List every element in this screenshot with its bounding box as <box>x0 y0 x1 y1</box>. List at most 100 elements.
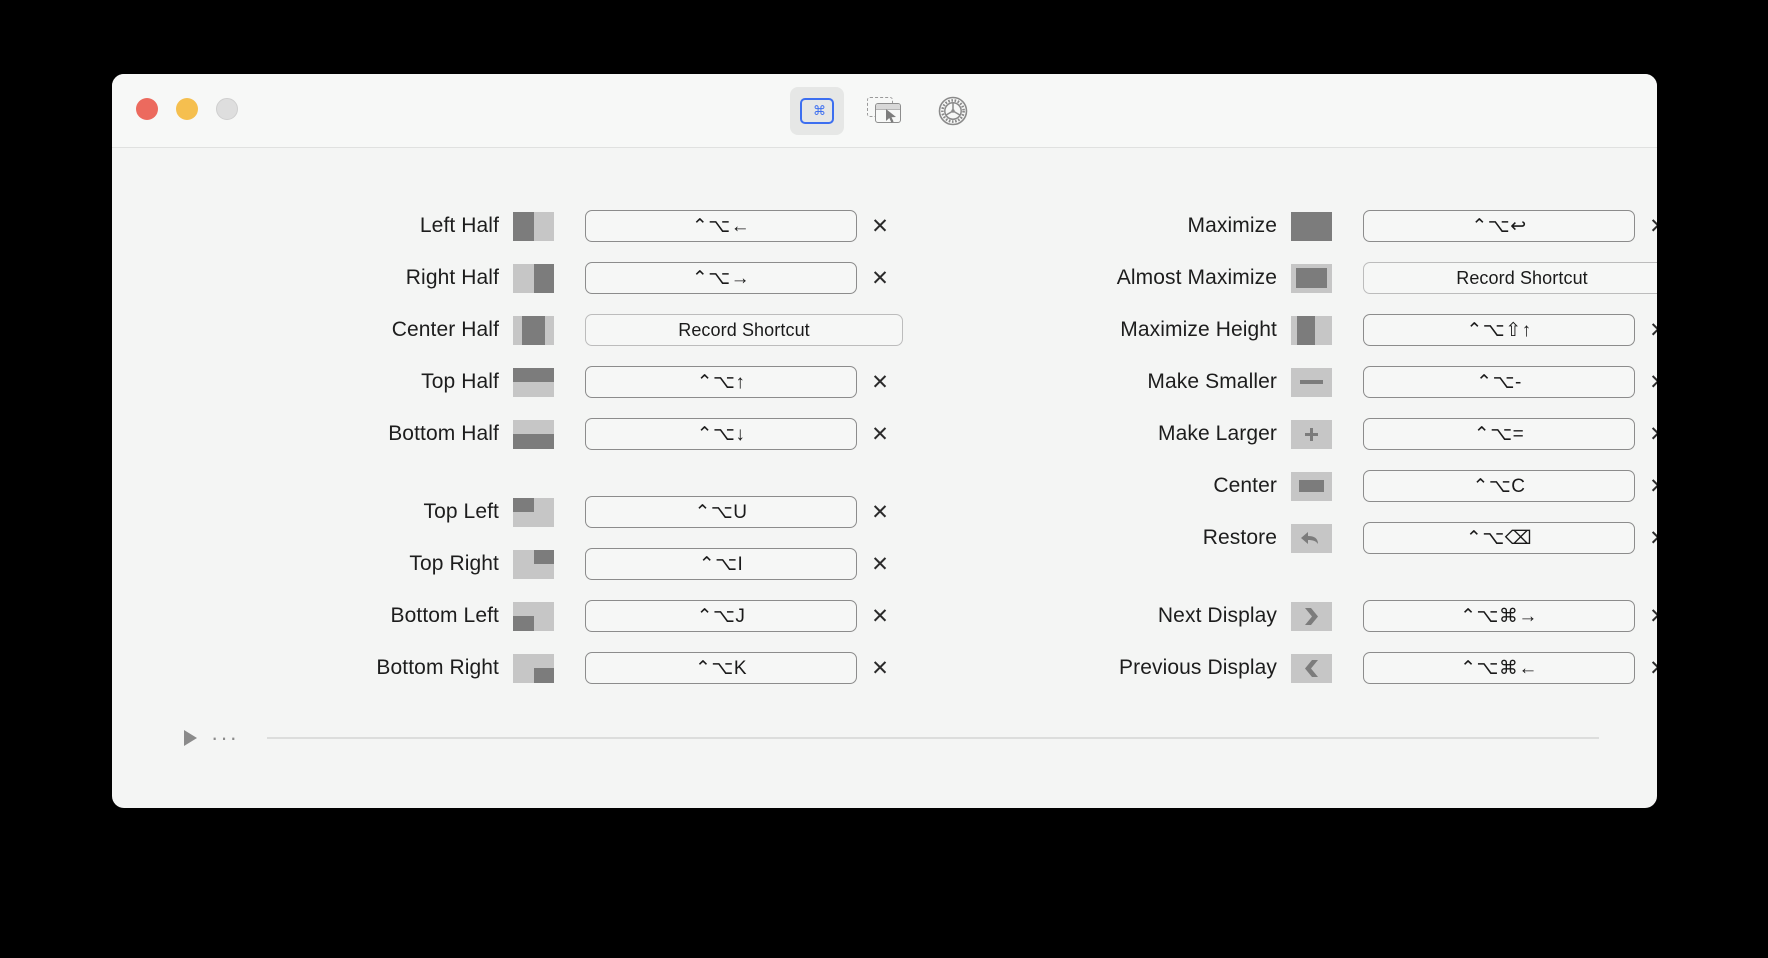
shortcut-button[interactable]: ⌃⌥- <box>1363 366 1635 398</box>
shortcut-row-label: Center <box>1213 474 1277 497</box>
snap-areas-tab[interactable] <box>858 87 912 135</box>
window-make-larger-icon <box>1291 419 1332 449</box>
clear-shortcut-button[interactable]: ✕ <box>1635 600 1657 632</box>
close-button[interactable] <box>136 98 158 120</box>
clear-shortcut-button[interactable]: ✕ <box>1635 418 1657 450</box>
shortcut-row-label: Maximize Height <box>1120 318 1277 341</box>
screen: ⌘ Left Half ⌃⌥← ✕ Right Half ⌃⌥→ ✕ Cente… <box>0 0 1768 958</box>
window-bottom-left-icon <box>513 601 554 631</box>
shortcut-row: Top Right ⌃⌥I ✕ <box>267 538 949 590</box>
shortcuts-pane: Left Half ⌃⌥← ✕ Right Half ⌃⌥→ ✕ Center Half Re… <box>112 148 1657 808</box>
clear-shortcut-button[interactable]: ✕ <box>857 548 903 580</box>
right-shortcut-column: Maximize⌃⌥↩✕Almost MaximizeRecord Shortc… <box>949 200 1657 694</box>
shortcut-row: Restore ⌃⌥⌫✕ <box>1049 512 1657 564</box>
clear-shortcut-button[interactable]: ✕ <box>857 366 903 398</box>
shortcut-row-label: Restore <box>1202 526 1277 549</box>
shortcut-row: Almost MaximizeRecord Shortcut✕ <box>1049 252 1657 304</box>
shortcut-row-label: Bottom Half <box>388 422 499 445</box>
gear-icon <box>938 96 967 126</box>
minimize-button[interactable] <box>176 98 198 120</box>
command-window-icon: ⌘ <box>799 98 834 124</box>
clear-shortcut-button[interactable]: ✕ <box>857 210 903 242</box>
shortcut-row: Center HalfRecord Shortcut✕ <box>267 304 949 356</box>
shortcut-row: Left Half ⌃⌥← ✕ <box>267 200 949 252</box>
shortcut-button[interactable]: ⌃⌥I <box>585 548 857 580</box>
shortcut-row-label: Previous Display <box>1119 656 1277 679</box>
shortcut-button[interactable]: ⌃⌥↑ <box>585 366 857 398</box>
shortcut-row: Bottom Right ⌃⌥K ✕ <box>267 642 949 694</box>
shortcut-row-label: Maximize <box>1187 214 1277 237</box>
window-center-icon <box>1291 471 1332 501</box>
record-shortcut-button[interactable]: Record Shortcut <box>585 314 903 346</box>
shortcut-button[interactable]: ⌃⌥⌘← <box>1363 652 1635 684</box>
shortcut-row: Right Half ⌃⌥→ ✕ <box>267 252 949 304</box>
shortcut-row-label: Bottom Left <box>390 604 499 627</box>
traffic-light-buttons <box>136 98 238 120</box>
shortcut-row: Make Smaller ⌃⌥-✕ <box>1049 356 1657 408</box>
shortcut-row-label: Top Right <box>409 552 499 575</box>
window-bottom-right-icon <box>513 653 554 683</box>
clear-shortcut-button[interactable]: ✕ <box>857 418 903 450</box>
shortcut-row: Next Display ⌃⌥⌘→✕ <box>1049 590 1657 642</box>
shortcut-row-label: Make Smaller <box>1147 370 1277 393</box>
shortcut-button[interactable]: ⌃⌥K <box>585 652 857 684</box>
window-center-half-icon <box>513 315 554 345</box>
footer-ellipsis[interactable]: ··· <box>211 727 239 749</box>
shortcut-button[interactable]: ⌃⌥⌘→ <box>1363 600 1635 632</box>
clear-shortcut-button[interactable]: ✕ <box>857 600 903 632</box>
window-left-half-icon <box>513 211 554 241</box>
clear-shortcut-button[interactable]: ✕ <box>857 262 903 294</box>
window-restore-icon <box>1291 523 1332 553</box>
disclosure-triangle-icon[interactable] <box>184 730 197 746</box>
snap-window-cursor-icon <box>866 97 903 125</box>
clear-shortcut-button[interactable]: ✕ <box>857 496 903 528</box>
shortcut-button[interactable]: ⌃⌥↓ <box>585 418 857 450</box>
shortcut-button[interactable]: ⌃⌥← <box>585 210 857 242</box>
shortcut-button[interactable]: ⌃⌥→ <box>585 262 857 294</box>
footer-bar: ··· <box>112 727 1657 749</box>
settings-tab[interactable] <box>926 87 980 135</box>
window-right-half-icon <box>513 263 554 293</box>
window-bottom-half-icon <box>513 419 554 449</box>
shortcut-row: Center ⌃⌥C✕ <box>1049 460 1657 512</box>
clear-shortcut-button[interactable]: ✕ <box>1635 652 1657 684</box>
shortcut-button[interactable]: ⌃⌥= <box>1363 418 1635 450</box>
shortcut-row: Top Left ⌃⌥U ✕ <box>267 486 949 538</box>
shortcuts-tab[interactable]: ⌘ <box>789 87 844 135</box>
window-top-right-icon <box>513 549 554 579</box>
shortcut-row-label: Center Half <box>391 318 499 341</box>
shortcut-row: Bottom Left ⌃⌥J ✕ <box>267 590 949 642</box>
shortcut-button[interactable]: ⌃⌥C <box>1363 470 1635 502</box>
shortcut-row: Bottom Half ⌃⌥↓ ✕ <box>267 408 949 460</box>
zoom-button[interactable] <box>216 98 238 120</box>
clear-shortcut-button[interactable]: ✕ <box>1635 522 1657 554</box>
shortcut-button[interactable]: ⌃⌥J <box>585 600 857 632</box>
shortcut-button[interactable]: ⌃⌥⇧↑ <box>1363 314 1635 346</box>
shortcut-columns: Left Half ⌃⌥← ✕ Right Half ⌃⌥→ ✕ Center Half Re… <box>112 200 1657 694</box>
clear-shortcut-button[interactable]: ✕ <box>1635 366 1657 398</box>
app-window: ⌘ Left Half ⌃⌥← ✕ Right Half ⌃⌥→ ✕ Cente… <box>112 74 1657 808</box>
shortcut-row-label: Left Half <box>419 214 499 237</box>
shortcut-row: Maximize ⌃⌥↩✕ <box>1049 200 1657 252</box>
shortcut-row: Maximize Height ⌃⌥⇧↑✕ <box>1049 304 1657 356</box>
shortcut-row-label: Right Half <box>405 266 499 289</box>
window-make-smaller-icon <box>1291 367 1332 397</box>
shortcut-row-label: Next Display <box>1157 604 1277 627</box>
shortcut-button[interactable]: ⌃⌥⌫ <box>1363 522 1635 554</box>
clear-shortcut-button[interactable]: ✕ <box>1635 314 1657 346</box>
shortcut-button[interactable]: ⌃⌥↩ <box>1363 210 1635 242</box>
left-shortcut-column: Left Half ⌃⌥← ✕ Right Half ⌃⌥→ ✕ Center Half Re… <box>112 200 949 694</box>
cursor-arrow-icon <box>885 109 896 123</box>
clear-shortcut-button[interactable]: ✕ <box>857 652 903 684</box>
shortcut-row-label: Top Half <box>421 370 499 393</box>
shortcut-row-label: Make Larger <box>1158 422 1277 445</box>
clear-shortcut-button[interactable]: ✕ <box>1635 470 1657 502</box>
shortcut-button[interactable]: ⌃⌥U <box>585 496 857 528</box>
window-top-half-icon <box>513 367 554 397</box>
window-titlebar: ⌘ <box>112 74 1657 148</box>
clear-shortcut-button[interactable]: ✕ <box>1635 210 1657 242</box>
window-maximize-icon <box>1291 211 1332 241</box>
record-shortcut-button[interactable]: Record Shortcut <box>1363 262 1657 294</box>
